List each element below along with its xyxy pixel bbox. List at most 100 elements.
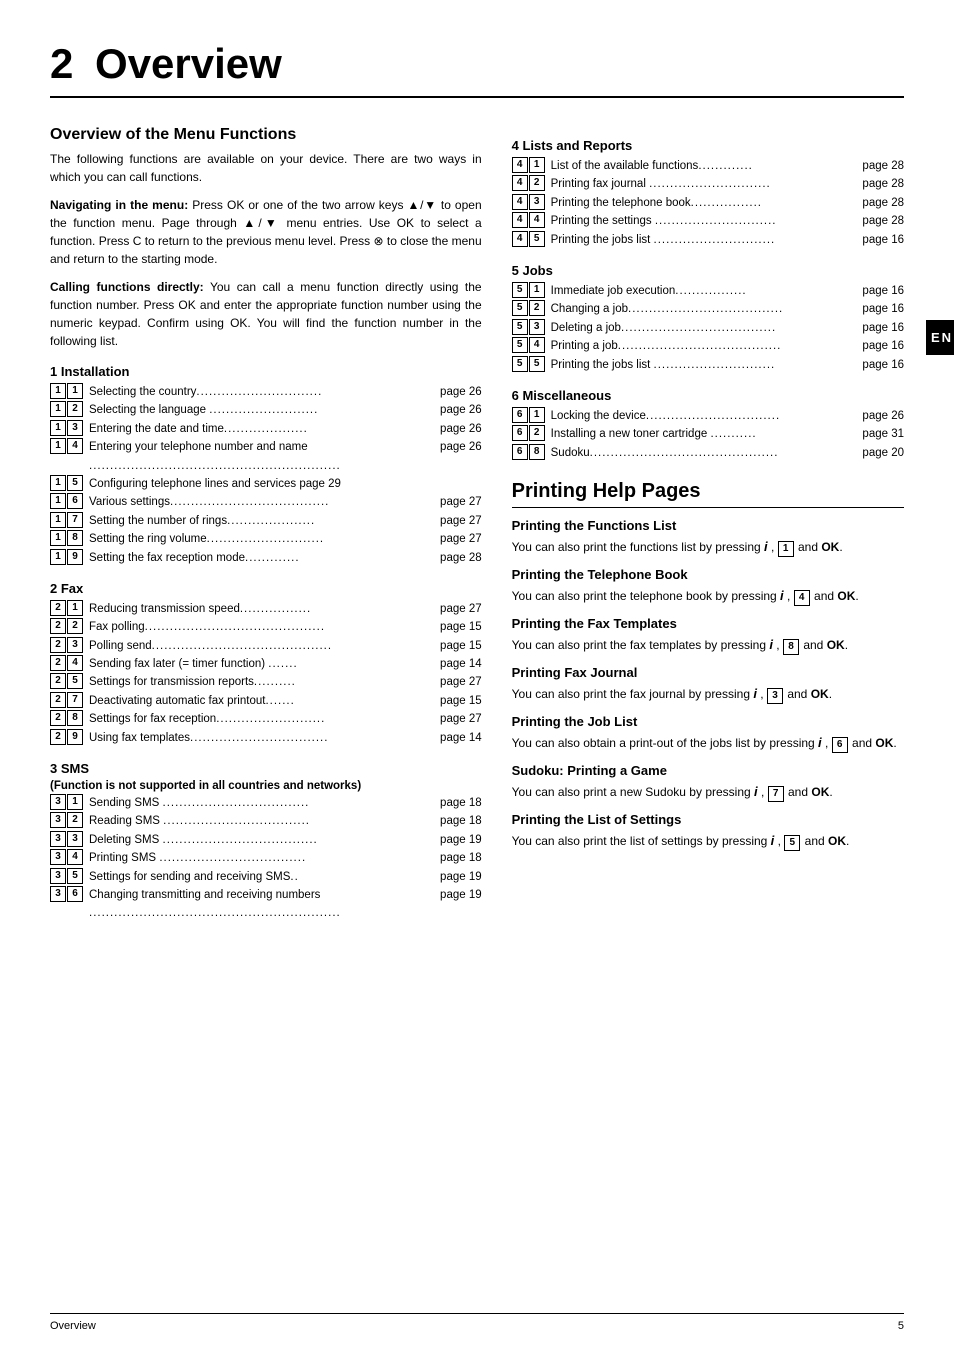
print-job-list-text: You can also obtain a print-out of the j…	[512, 733, 904, 753]
list-item: 12 Selecting the language ..............…	[50, 401, 482, 419]
key-box: 4	[794, 590, 810, 606]
key-box: 4	[512, 194, 528, 210]
printing-help-title: Printing Help Pages	[512, 480, 904, 508]
list-item: 42 Printing fax journal ................…	[512, 175, 904, 193]
item-text: Printing the jobs list .................…	[551, 356, 859, 374]
key-box: 2	[67, 618, 83, 634]
key-box: 3	[50, 794, 66, 810]
key-box: 6	[67, 493, 83, 509]
item-text: Printing the telephone book.............…	[551, 194, 859, 212]
key-box: 8	[67, 530, 83, 546]
chapter-title-text: Overview	[95, 40, 282, 87]
key-group: 19	[50, 549, 84, 565]
item-text: Printing fax journal ...................…	[551, 175, 859, 193]
page-ref: page 14	[440, 729, 482, 747]
item-text: Various settings........................…	[89, 493, 436, 511]
key-box: 1	[50, 493, 66, 509]
key-box: 1	[50, 512, 66, 528]
call-paragraph: Calling functions directly: You can call…	[50, 278, 482, 350]
list-item: 31 Sending SMS .........................…	[50, 794, 482, 812]
key-box: 1	[50, 475, 66, 491]
key-group: 13	[50, 420, 84, 436]
nav-paragraph: Navigating in the menu: Press OK or one …	[50, 196, 482, 268]
ok-bold: OK	[811, 687, 829, 701]
page-ref: page 19	[440, 868, 482, 886]
item-text: Fax polling.............................…	[89, 618, 436, 636]
jobs-title: 5 Jobs	[512, 263, 904, 278]
list-item: 61 Locking the device...................…	[512, 407, 904, 425]
key-box: 5	[512, 300, 528, 316]
print-sudoku-title: Sudoku: Printing a Game	[512, 763, 904, 778]
item-text: Settings for fax reception..............…	[89, 710, 436, 728]
ok-bold: OK	[821, 540, 839, 554]
page-ref: page 27	[440, 600, 482, 618]
item-text: Selecting the language .................…	[89, 401, 436, 419]
sms-title: 3 SMS	[50, 761, 482, 776]
list-item: 62 Installing a new toner cartridge ....…	[512, 425, 904, 443]
key-box: 1	[50, 530, 66, 546]
list-item: 22 Fax polling..........................…	[50, 618, 482, 636]
page-ref: page 16	[862, 337, 904, 355]
key-box: 2	[50, 618, 66, 634]
key-box: 3	[67, 637, 83, 653]
list-item: 14 Entering your telephone number and na…	[50, 438, 482, 475]
fax-block: 2 Fax 21 Reducing transmission speed....…	[50, 581, 482, 747]
chapter-title: 2 Overview	[50, 40, 904, 98]
list-item: 36 Changing transmitting and receiving n…	[50, 886, 482, 923]
page-ref: page 27	[440, 512, 482, 530]
item-text: Immediate job execution.................	[551, 282, 859, 300]
list-item: 11 Selecting the country................…	[50, 383, 482, 401]
key-box: 2	[50, 673, 66, 689]
print-sudoku-text: You can also print a new Sudoku by press…	[512, 782, 904, 802]
item-text: Settings for sending and receiving SMS..	[89, 868, 436, 886]
key-box: 2	[50, 600, 66, 616]
list-item: 18 Setting the ring volume..............…	[50, 530, 482, 548]
jobs-list: 51 Immediate job execution..............…	[512, 282, 904, 374]
i-icon: i	[754, 784, 758, 799]
key-group: 17	[50, 512, 84, 528]
sms-note: (Function is not supported in all countr…	[50, 780, 482, 792]
key-box: 1	[529, 157, 545, 173]
key-box: 5	[67, 673, 83, 689]
list-item: 41 List of the available functions......…	[512, 157, 904, 175]
list-item: 43 Printing the telephone book..........…	[512, 194, 904, 212]
item-text: Printing a job..........................…	[551, 337, 859, 355]
page-ref: page 18	[440, 794, 482, 812]
call-label: Calling functions directly:	[50, 280, 204, 294]
key-box: 2	[50, 710, 66, 726]
page-ref: page 28	[862, 194, 904, 212]
print-functions-text: You can also print the functions list by…	[512, 537, 904, 557]
item-text: Setting the ring volume.................…	[89, 530, 436, 548]
intro-paragraph-1: The following functions are available on…	[50, 150, 482, 186]
item-text: Reading SMS ............................…	[89, 812, 436, 830]
key-box: 4	[512, 175, 528, 191]
key-box: 2	[50, 692, 66, 708]
item-text: Entering your telephone number and name.…	[89, 438, 436, 475]
en-tab: EN	[926, 320, 954, 355]
key-box: 9	[67, 549, 83, 565]
key-box: 7	[67, 692, 83, 708]
key-box: 2	[529, 425, 545, 441]
key-group: 11	[50, 383, 84, 399]
jobs-block: 5 Jobs 51 Immediate job execution.......…	[512, 263, 904, 374]
page-ref: page 15	[440, 692, 482, 710]
key-box: 4	[529, 337, 545, 353]
print-fax-journal-text: You can also print the fax journal by pr…	[512, 684, 904, 704]
right-column: 4 Lists and Reports 41 List of the avail…	[512, 126, 904, 937]
item-text: Locking the device......................…	[551, 407, 859, 425]
item-text: Configuring telephone lines and services…	[89, 475, 482, 493]
item-text: Sudoku..................................…	[551, 444, 859, 462]
page-ref: page 19	[440, 831, 482, 849]
footer: Overview 5	[50, 1313, 904, 1332]
print-fax-templates-title: Printing the Fax Templates	[512, 616, 904, 631]
item-text: List of the available functions.........…	[551, 157, 859, 175]
key-box: 5	[529, 231, 545, 247]
key-box: 6	[67, 886, 83, 902]
list-item: 17 Setting the number of rings..........…	[50, 512, 482, 530]
key-box: 1	[67, 794, 83, 810]
item-text: Using fax templates.....................…	[89, 729, 436, 747]
item-text: Installing a new toner cartridge .......…	[551, 425, 859, 443]
key-box: 1	[67, 600, 83, 616]
print-settings-title: Printing the List of Settings	[512, 812, 904, 827]
footer-left: Overview	[50, 1320, 96, 1332]
